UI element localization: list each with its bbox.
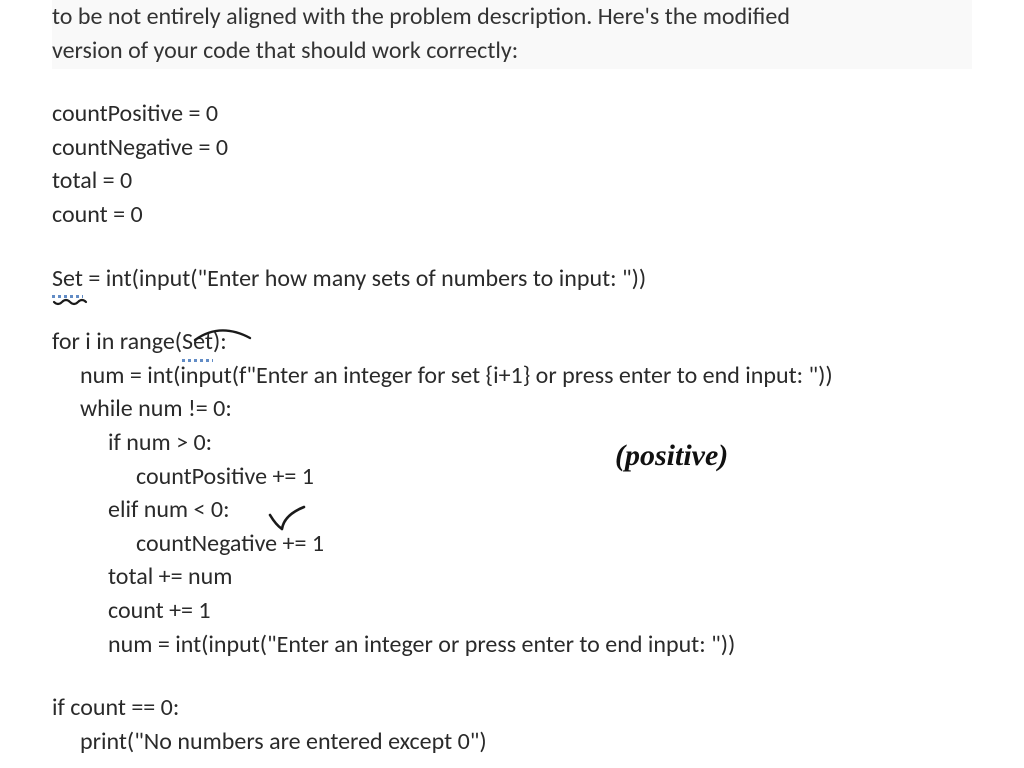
- code-line: if count == 0:: [52, 691, 972, 725]
- intro-line-2: version of your code that should work co…: [52, 36, 518, 65]
- code-line: if num > 0:: [52, 426, 972, 460]
- code-line: total += num: [52, 560, 972, 594]
- code-line: count = 0: [52, 198, 972, 232]
- code-line: num = int(input("Enter an integer or pre…: [52, 628, 972, 662]
- code-line: total = 0: [52, 164, 972, 198]
- code-line-set-assign: Set = int(input("Enter how many sets of …: [52, 262, 972, 296]
- code-line: countNegative += 1: [52, 527, 972, 561]
- page-root: to be not entirely aligned with the prob…: [0, 0, 1024, 758]
- code-line: while num != 0:: [52, 392, 972, 426]
- blank-line: [52, 232, 972, 262]
- blank-line: [52, 295, 972, 325]
- code-line: countPositive += 1: [52, 460, 972, 494]
- code-line: countPositive = 0: [52, 97, 972, 131]
- intro-paragraph: to be not entirely aligned with the prob…: [52, 0, 972, 69]
- set-identifier: Set: [52, 262, 83, 296]
- code-line: print("No numbers are entered except 0"): [52, 725, 972, 759]
- code-line-for: for i in range(Set):: [52, 325, 972, 359]
- code-line: count += 1: [52, 594, 972, 628]
- intro-line-1: to be not entirely aligned with the prob…: [52, 2, 790, 31]
- code-line: countNegative = 0: [52, 131, 972, 165]
- code-text: ):: [213, 327, 227, 356]
- blank-line: [52, 661, 972, 691]
- code-text: = int(input("Enter how many sets of numb…: [83, 264, 646, 293]
- code-block: countPositive = 0 countNegative = 0 tota…: [52, 97, 972, 758]
- code-line: elif num < 0:: [52, 493, 972, 527]
- annotation-positive: (positive): [615, 435, 728, 477]
- code-text: for i in range(: [52, 327, 182, 356]
- set-identifier: Set: [182, 325, 213, 359]
- code-line: num = int(input(f"Enter an integer for s…: [52, 359, 972, 393]
